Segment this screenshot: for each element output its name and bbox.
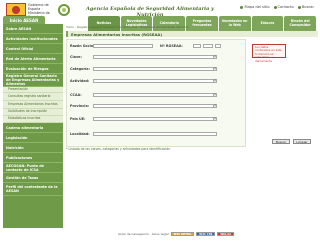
sidebar-item-publicaciones[interactable]: Publicaciones bbox=[3, 153, 63, 163]
pais-label: País UE: bbox=[70, 117, 86, 121]
localidad-label: Localidad: bbox=[70, 132, 90, 136]
search-link[interactable]: Buscar bbox=[297, 5, 314, 9]
sidebar-item-cadena-alimentaria[interactable]: Cadena alimentaria bbox=[3, 123, 63, 133]
categoria-select[interactable]: ▾ bbox=[93, 67, 217, 71]
sidebar-item-legislacion[interactable]: Legislación bbox=[3, 133, 63, 143]
sidebar-subitem-consultas[interactable]: Consultas registro sanitario bbox=[3, 93, 63, 101]
breadcrumb-current: Empresas Alimentarias Inscritas bbox=[140, 25, 189, 29]
nrgseaa-part2-input[interactable] bbox=[203, 44, 213, 48]
nrgseaa-part3-input[interactable] bbox=[215, 44, 221, 48]
sidebar-item-control-oficial[interactable]: Control Oficial bbox=[3, 44, 63, 54]
home-tab[interactable]: Inicio AESAN bbox=[3, 16, 45, 24]
razon-social-input[interactable] bbox=[93, 44, 153, 48]
footer-legal-links[interactable]: Aviso de navegación · Aviso Legal bbox=[118, 232, 169, 236]
sidebar-item-nutricion[interactable]: Nutrición bbox=[3, 143, 63, 153]
sidebar-item-evaluacion-riesgos[interactable]: Evaluación de Riesgos bbox=[3, 64, 63, 74]
nrgseaa-part1-input[interactable] bbox=[193, 44, 201, 48]
actividad-label: Actividad: bbox=[70, 79, 90, 83]
sidebar-menu: Sobre AESAN Actividades Institucionales … bbox=[3, 24, 63, 228]
provincia-label: Provincia: bbox=[70, 104, 90, 108]
breadcrumb-registro[interactable]: Registro General Sanitario de Alimentos bbox=[77, 25, 137, 29]
search-form: Razón Social: Nº RGSEAA: Clave: ▾ Catego… bbox=[66, 39, 246, 147]
chevron-down-icon: ▾ bbox=[213, 67, 216, 70]
update-notice: Los datos contenidos en este formulario … bbox=[252, 44, 286, 62]
chevron-down-icon: ▾ bbox=[213, 117, 216, 120]
provincia-select[interactable]: ▾ bbox=[93, 104, 217, 108]
search-label: Buscar bbox=[301, 5, 314, 9]
sidebar-item-gestion-tasas[interactable]: Gestión de Tasas bbox=[3, 173, 63, 183]
chevron-down-icon: ▾ bbox=[213, 55, 216, 58]
page-title: Empresas Alimentarias Inscritas (RGSEAA) bbox=[66, 31, 318, 37]
clear-button[interactable]: Limpiar bbox=[293, 139, 311, 144]
chevron-down-icon: ▾ bbox=[213, 93, 216, 96]
sidebar-item-actividades[interactable]: Actividades Institucionales bbox=[3, 34, 63, 44]
pais-select[interactable]: ▾ bbox=[93, 117, 217, 121]
nrgseaa-label: Nº RGSEAA: bbox=[160, 44, 183, 48]
site-footer: Aviso de navegación · Aviso Legal W3C XH… bbox=[0, 229, 320, 245]
keys-footnote-link[interactable]: * Listado de las claves, categorías y ac… bbox=[66, 147, 318, 151]
w3c-css-badge[interactable]: W3C CSS bbox=[196, 232, 216, 236]
wai-aa-badge[interactable]: WAI-AA bbox=[217, 232, 235, 236]
ccaa-label: CCAA: bbox=[70, 93, 82, 97]
ccaa-select[interactable]: ▾ bbox=[93, 93, 217, 97]
sidebar-item-perfil-contratante[interactable]: Perfil del contratante de la AESAN bbox=[3, 183, 63, 196]
sidebar-subitem-estadisticas[interactable]: Estadísticas Inscritas bbox=[3, 116, 63, 123]
contact-link[interactable]: Contacto bbox=[273, 5, 294, 9]
search-button[interactable]: Buscar bbox=[272, 139, 290, 144]
sitemap-label: Mapa del sitio bbox=[244, 5, 270, 9]
razon-social-label: Razón Social: bbox=[70, 44, 96, 48]
sitemap-link[interactable]: Mapa del sitio bbox=[240, 5, 270, 9]
search-icon bbox=[297, 5, 301, 9]
sidebar-item-registro-sanitario[interactable]: Registro General Sanitario de Empresas A… bbox=[3, 74, 63, 87]
w3c-xhtml-badge[interactable]: W3C XHTML bbox=[170, 232, 195, 236]
sidebar-item-sobre-aesan[interactable]: Sobre AESAN bbox=[3, 24, 63, 34]
footer-links: Aviso de navegación · Aviso Legal W3C XH… bbox=[118, 232, 235, 236]
sidebar-subitem-solicitudes[interactable]: Solicitudes de inscripción bbox=[3, 109, 63, 116]
sitemap-icon bbox=[240, 5, 244, 9]
spain-government-emblem-icon[interactable] bbox=[6, 3, 26, 16]
chevron-down-icon: ▾ bbox=[213, 104, 216, 107]
localidad-input[interactable] bbox=[93, 132, 217, 136]
chevron-down-icon: ▾ bbox=[213, 79, 216, 82]
contact-icon bbox=[273, 5, 277, 9]
clave-select[interactable]: ▾ bbox=[93, 55, 217, 59]
breadcrumb-home[interactable]: Inicio bbox=[66, 25, 74, 29]
breadcrumb: Inicio›Registro General Sanitario de Ali… bbox=[66, 25, 189, 29]
actividad-select[interactable]: ▾ bbox=[93, 79, 217, 83]
main-content: Inicio›Registro General Sanitario de Ali… bbox=[66, 25, 318, 229]
utility-links: Mapa del sitio Contacto Buscar bbox=[240, 3, 314, 11]
contact-label: Contacto bbox=[277, 5, 294, 9]
aesan-logo-icon[interactable] bbox=[58, 4, 70, 16]
categoria-label: Categoría: bbox=[70, 67, 90, 71]
sidebar-subitem-empresas-inscritas[interactable]: Empresas Alimentarias Inscritas bbox=[3, 101, 63, 109]
sidebar-item-red-alerta[interactable]: Red de Alerta Alimentaria bbox=[3, 54, 63, 64]
clave-label: Clave: bbox=[70, 55, 82, 59]
sidebar-item-punto-contacto[interactable]: AECOSAN: Punto de contacto de ICSA bbox=[3, 163, 63, 173]
